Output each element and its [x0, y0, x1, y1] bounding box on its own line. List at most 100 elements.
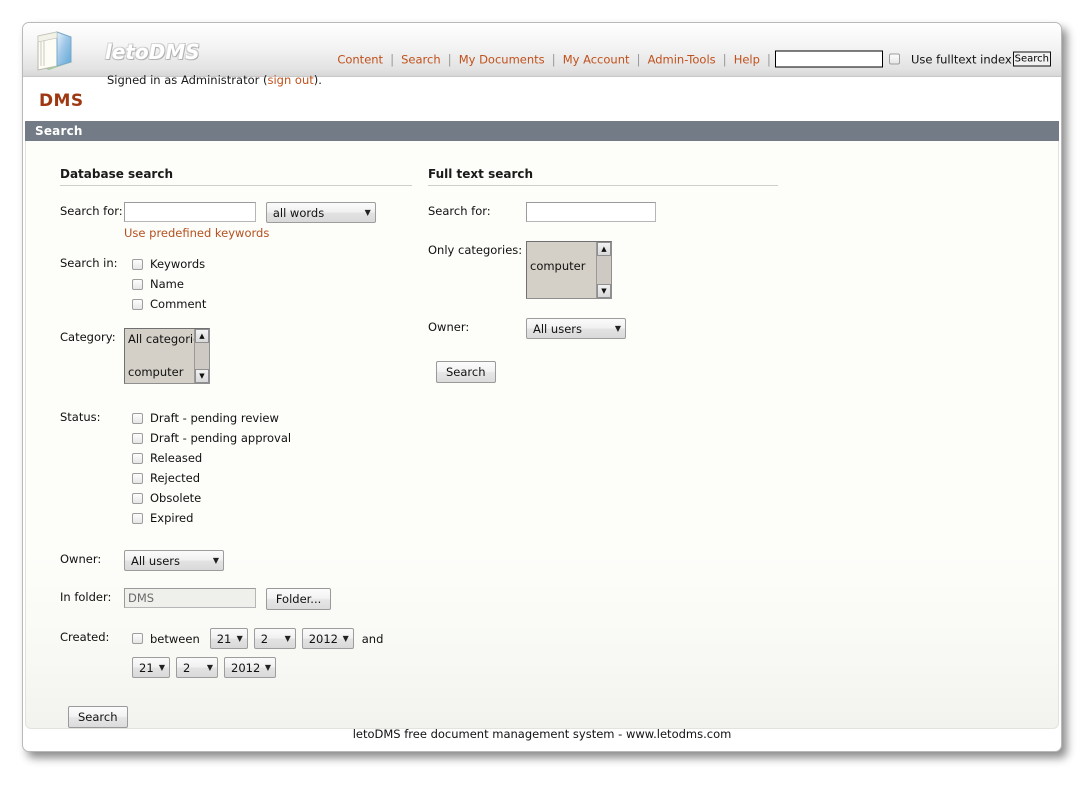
scroll-down-icon[interactable]: ▼: [195, 369, 209, 383]
status-label-released: Released: [150, 451, 203, 465]
predefined-keywords-link[interactable]: Use predefined keywords: [124, 226, 269, 240]
checkbox-rejected[interactable]: [132, 472, 143, 484]
database-search-submit-button[interactable]: Search: [68, 706, 128, 728]
db-in-folder-row: In folder: Folder...: [60, 588, 412, 610]
nav-item-content[interactable]: Content: [330, 52, 390, 66]
db-match-mode-value: all words: [272, 205, 325, 220]
status-option-rejected[interactable]: Rejected: [132, 468, 412, 488]
scroll-up-icon[interactable]: ▲: [195, 329, 209, 343]
checkbox-created-between[interactable]: [132, 633, 143, 644]
db-match-mode-select[interactable]: all words ▼: [265, 202, 376, 223]
created-to-year-value: 2012: [231, 660, 261, 675]
chevron-down-icon: ▼: [158, 663, 165, 672]
search-in-option-keywords[interactable]: Keywords: [132, 254, 412, 274]
checkbox-released[interactable]: [132, 452, 143, 464]
only-categories-listbox-scrollbar[interactable]: ▲ ▼: [596, 242, 611, 298]
chevron-down-icon: ▼: [212, 556, 219, 565]
sign-out-link[interactable]: sign out: [267, 73, 313, 87]
ft-owner-row: Owner: All users ▼: [428, 318, 778, 339]
search-in-option-name[interactable]: Name: [132, 274, 412, 294]
signed-in-prefix: Signed in as Administrator (: [107, 73, 268, 87]
ft-owner-select[interactable]: All users ▼: [526, 318, 626, 339]
created-from-day-select[interactable]: 21 ▼: [209, 628, 248, 649]
created-to-month-value: 2: [183, 660, 191, 675]
created-to-month-select[interactable]: 2 ▼: [176, 657, 218, 678]
signed-in-status: Signed in as Administrator (sign out).: [107, 73, 322, 87]
db-search-in-label: Search in:: [60, 256, 118, 270]
section-bar-title: Search: [25, 121, 1059, 141]
created-from-month-value: 2: [260, 631, 269, 646]
ft-search-for-input[interactable]: [526, 202, 656, 222]
category-listbox[interactable]: All categories computer ▲ ▼: [124, 328, 210, 384]
search-in-option-comment[interactable]: Comment: [132, 294, 412, 314]
status-label-draft-pending-review: Draft - pending review: [150, 411, 279, 425]
header-search-input[interactable]: [774, 50, 883, 68]
scroll-up-icon[interactable]: ▲: [597, 242, 611, 256]
nav-item-admin-tools[interactable]: Admin-Tools: [641, 52, 723, 66]
db-created-row: Created: between 21 ▼ 2 ▼ 2012 ▼ and 21 …: [60, 628, 412, 678]
db-status-label: Status:: [60, 410, 101, 424]
status-option-obsolete[interactable]: Obsolete: [132, 488, 412, 508]
created-to-year-select[interactable]: 2012 ▼: [224, 657, 276, 678]
brand-title: letoDMS: [105, 40, 200, 64]
status-label-obsolete: Obsolete: [150, 491, 202, 505]
search-in-label-keywords: Keywords: [150, 257, 206, 271]
db-created-label: Created:: [60, 630, 110, 644]
app-header: letoDMS Signed in as Administrator (sign…: [23, 23, 1061, 87]
created-from-year-select[interactable]: 2012 ▼: [301, 628, 354, 649]
created-from-year-value: 2012: [308, 631, 339, 646]
category-listbox-scrollbar[interactable]: ▲ ▼: [194, 329, 209, 383]
status-option-draft-pending-approval[interactable]: Draft - pending approval: [132, 428, 412, 448]
scroll-down-icon[interactable]: ▼: [597, 284, 611, 298]
application-window: letoDMS Signed in as Administrator (sign…: [22, 22, 1062, 752]
database-search-form: Database search Search for: all words ▼ …: [60, 167, 412, 728]
status-option-draft-pending-review[interactable]: Draft - pending review: [132, 408, 412, 428]
created-to-day-value: 21: [139, 660, 154, 675]
in-folder-input[interactable]: [124, 588, 256, 608]
created-between-label: between: [150, 631, 200, 646]
checkbox-expired[interactable]: [132, 512, 143, 524]
checkbox-draft-pending-approval[interactable]: [132, 432, 143, 444]
folder-picker-button[interactable]: Folder...: [265, 588, 332, 610]
db-owner-label: Owner:: [60, 552, 102, 566]
created-and-label: and: [361, 631, 384, 646]
created-from-month-select[interactable]: 2 ▼: [253, 628, 296, 649]
chevron-down-icon: ▼: [206, 663, 213, 672]
chevron-down-icon: ▼: [264, 663, 271, 672]
nav-item-search[interactable]: Search: [394, 52, 448, 66]
nav-item-my-account[interactable]: My Account: [556, 52, 637, 66]
fulltext-search-form: Full text search Search for: Only catego…: [428, 167, 778, 383]
db-search-for-input[interactable]: [124, 202, 256, 222]
db-search-in-row: Search in: Keywords Name Comment: [60, 254, 412, 314]
ft-search-for-row: Search for:: [428, 202, 778, 222]
signed-in-suffix: ).: [313, 73, 322, 87]
checkbox-keywords[interactable]: [132, 258, 143, 270]
status-option-expired[interactable]: Expired: [132, 508, 412, 528]
ft-only-categories-label: Only categories:: [428, 243, 523, 257]
ft-owner-label: Owner:: [428, 320, 470, 334]
footer-text: letoDMS free document management system …: [352, 727, 732, 741]
only-categories-listbox[interactable]: computer ▲ ▼: [526, 241, 612, 299]
ft-owner-value: All users: [533, 321, 582, 336]
created-from-day-value: 21: [216, 631, 232, 646]
content-panel: Database search Search for: all words ▼ …: [25, 141, 1059, 729]
search-in-label-name: Name: [150, 277, 184, 291]
fulltext-search-submit-button[interactable]: Search: [436, 361, 496, 383]
checkbox-comment[interactable]: [132, 298, 143, 310]
status-label-expired: Expired: [150, 511, 194, 525]
folder-icon: [33, 28, 77, 74]
database-search-heading: Database search: [60, 167, 412, 186]
chevron-down-icon: ▼: [236, 634, 243, 643]
use-fulltext-index-checkbox[interactable]: [888, 53, 900, 65]
status-option-released[interactable]: Released: [132, 448, 412, 468]
db-category-row: Category: All categories computer ▲ ▼: [60, 328, 412, 384]
nav-item-help[interactable]: Help: [727, 52, 767, 66]
header-search-button[interactable]: Search: [1012, 51, 1051, 67]
checkbox-draft-pending-review[interactable]: [132, 412, 143, 424]
nav-item-my-documents[interactable]: My Documents: [452, 52, 552, 66]
created-to-day-select[interactable]: 21 ▼: [132, 657, 170, 678]
fulltext-search-heading: Full text search: [428, 167, 778, 186]
checkbox-obsolete[interactable]: [132, 492, 143, 504]
db-owner-select[interactable]: All users ▼: [124, 550, 224, 571]
checkbox-name[interactable]: [132, 278, 143, 290]
